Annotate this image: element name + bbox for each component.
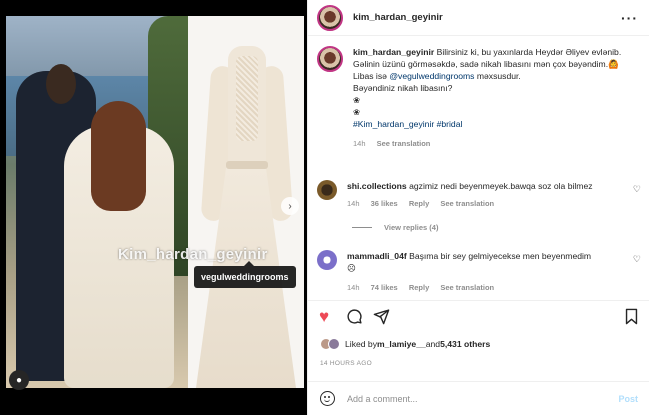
product-tag[interactable]: vegulweddingrooms [194, 261, 296, 288]
dress-belt [226, 161, 268, 169]
post-timestamp[interactable]: 14 HOURS AGO [320, 360, 372, 367]
tagged-users-button[interactable]: ● [9, 370, 29, 390]
couple-photo [6, 16, 188, 388]
likes-middle: and [425, 339, 441, 349]
caption-meta: 14h See translation [353, 138, 637, 150]
see-translation-button[interactable]: See translation [440, 283, 494, 292]
comment-meta: 14h 74 likes Reply See translation [347, 282, 647, 294]
caption: kim_hardan_geyinir Bilirsiniz ki, bu yax… [317, 46, 637, 150]
caption-text-line3: Bəyəndiniz nikah libasını? [353, 83, 453, 93]
comment-likes[interactable]: 36 likes [371, 199, 398, 208]
chevron-right-icon: › [288, 200, 292, 212]
comment-icon[interactable] [346, 308, 363, 329]
comment-input[interactable] [347, 393, 619, 404]
heart-icon[interactable]: ♥ [319, 308, 329, 326]
wedding-dress [196, 46, 296, 388]
more-icon[interactable]: ··· [621, 10, 638, 26]
comment-item: shi.collections agzimiz nedi beyenmeyek.… [317, 180, 647, 210]
commenter-avatar[interactable] [317, 180, 337, 200]
author-username[interactable]: kim_hardan_geyinir [353, 12, 443, 23]
see-translation-button[interactable]: See translation [440, 199, 494, 208]
caption-username[interactable]: kim_hardan_geyinir [353, 47, 434, 57]
flower-emoji: ❀ [353, 107, 361, 117]
add-comment-bar: Post [308, 381, 649, 415]
comment-time: 14h [347, 199, 360, 208]
dress-lace [236, 56, 258, 141]
comment-text: Başıma bir sey gelmiyecekse men beyenmed… [409, 251, 592, 261]
view-replies-button[interactable]: View replies (4) [352, 223, 438, 232]
commenter-avatar[interactable] [317, 250, 337, 270]
reply-button[interactable]: Reply [409, 199, 429, 208]
mention-link[interactable]: @vegulweddingrooms [389, 71, 474, 81]
likes-count[interactable]: 5,431 others [440, 339, 490, 349]
comment-meta: 14h 36 likes Reply See translation [347, 198, 647, 210]
heart-icon[interactable]: ♡ [633, 184, 641, 195]
post-side-panel: kim_hardan_geyinir ··· kim_hardan_geyini… [307, 0, 649, 415]
reply-button[interactable]: Reply [409, 283, 429, 292]
likes-summary: Liked by m_lamiye__ and 5,431 others [320, 338, 490, 350]
user-icon: ● [15, 374, 23, 386]
sad-emoji: ☹ [347, 263, 356, 273]
flower-emoji: ❀ [353, 95, 361, 105]
bride-hair [91, 101, 146, 211]
emoji-icon[interactable] [320, 391, 335, 406]
bookmark-icon[interactable] [624, 308, 639, 329]
see-translation-button[interactable]: See translation [377, 139, 431, 148]
liker-username[interactable]: m_lamiye__ [377, 339, 426, 349]
action-bar: ♥ [308, 300, 649, 334]
hashtags-link[interactable]: #Kim_hardan_geyinir #bridal [353, 119, 462, 129]
comment-text: agzimiz nedi beyenmeyek.bawqa soz ola bi… [409, 181, 593, 191]
heart-icon[interactable]: ♡ [633, 254, 641, 265]
author-avatar[interactable] [317, 4, 343, 31]
groom-head [46, 64, 76, 104]
view-replies-label: View replies (4) [384, 223, 439, 232]
post-button[interactable]: Post [618, 394, 638, 404]
caption-avatar[interactable] [317, 46, 343, 72]
liker-avatar [328, 338, 340, 350]
caption-text-line2-prefix: Libas isə [353, 71, 390, 81]
share-icon[interactable] [373, 308, 390, 329]
commenter-username[interactable]: mammadli_04f [347, 251, 407, 261]
caption-text-line2-suffix: məxsusdur. [474, 71, 521, 81]
caption-time: 14h [353, 139, 366, 148]
divider-line [352, 227, 372, 228]
commenter-username[interactable]: shi.collections [347, 181, 407, 191]
comment-time: 14h [347, 283, 360, 292]
post-media[interactable]: Kim_hardan_geyinir vegulweddingrooms › ● [0, 0, 307, 415]
comment-item: mammadli_04f Başıma bir sey gelmiyecekse… [317, 250, 647, 294]
comment-likes[interactable]: 74 likes [371, 283, 398, 292]
likes-prefix: Liked by [345, 339, 378, 349]
post-header: kim_hardan_geyinir ··· [308, 0, 649, 36]
next-image-button[interactable]: › [281, 197, 299, 215]
